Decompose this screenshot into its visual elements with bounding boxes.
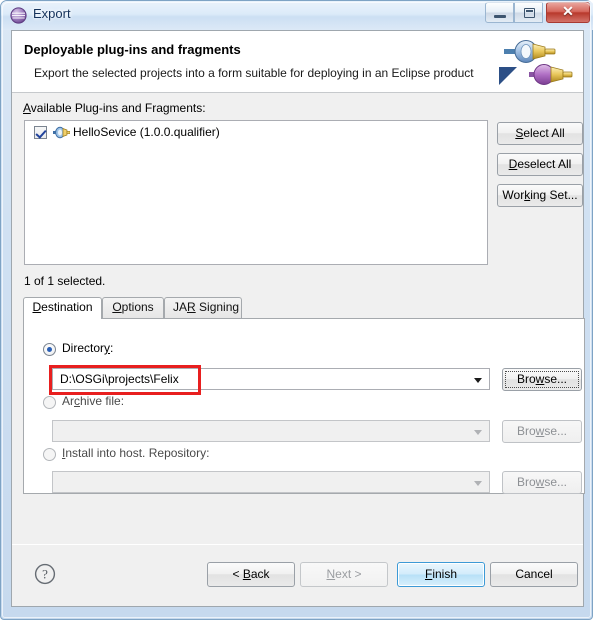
install-host-browse-button: Browse... bbox=[502, 471, 582, 494]
maximize-icon bbox=[524, 8, 535, 18]
chevron-down-icon bbox=[474, 430, 482, 435]
archive-file-radio[interactable] bbox=[43, 396, 56, 409]
chevron-down-icon bbox=[474, 481, 482, 486]
available-plugins-label-rest: vailable Plug-ins and Fragments: bbox=[30, 101, 206, 115]
directory-radio[interactable] bbox=[43, 343, 56, 356]
close-icon: ✕ bbox=[562, 5, 574, 20]
chevron-down-icon[interactable] bbox=[474, 378, 482, 383]
cancel-button[interactable]: Cancel bbox=[490, 562, 578, 587]
plugins-list[interactable]: HelloSevice (1.0.0.qualifier) bbox=[24, 120, 488, 265]
maximize-button[interactable] bbox=[514, 2, 543, 23]
window-title: Export bbox=[33, 6, 71, 21]
page-description: Export the selected projects into a form… bbox=[34, 66, 474, 80]
destination-tab-folder: Destination Options JAR Signing Director… bbox=[23, 297, 585, 517]
directory-highlight-annotation bbox=[49, 365, 201, 395]
tab-destination[interactable]: Destination bbox=[23, 297, 102, 319]
dialog-client-area: Deployable plug-ins and fragments Export… bbox=[11, 30, 585, 607]
working-set-button[interactable]: Working Set... bbox=[497, 184, 583, 207]
page-title: Deployable plug-ins and fragments bbox=[24, 42, 241, 57]
destination-tab-panel: Directory: D:\OSGi\projects\Felix Browse… bbox=[23, 318, 585, 494]
select-all-button[interactable]: Select All bbox=[497, 122, 583, 145]
directory-label: Directory: bbox=[62, 341, 114, 355]
list-item[interactable]: HelloSevice (1.0.0.qualifier) bbox=[25, 123, 487, 142]
back-button[interactable]: < Back bbox=[207, 562, 295, 587]
wizard-header: Deployable plug-ins and fragments Export… bbox=[12, 31, 583, 93]
wizard-body: Available Plug-ins and Fragments: HelloS… bbox=[12, 94, 585, 544]
help-icon[interactable]: ? bbox=[34, 563, 56, 585]
plugin-name: HelloSevice (1.0.0.qualifier) bbox=[73, 125, 220, 139]
install-host-combo bbox=[52, 471, 490, 493]
archive-file-combo bbox=[52, 420, 490, 442]
finish-button[interactable]: Finish bbox=[397, 562, 485, 587]
directory-browse-button[interactable]: Browse... bbox=[502, 368, 582, 391]
minimize-button[interactable] bbox=[485, 2, 514, 23]
install-host-radio[interactable] bbox=[43, 448, 56, 461]
deselect-all-button[interactable]: Deselect All bbox=[497, 153, 583, 176]
close-button[interactable]: ✕ bbox=[546, 2, 590, 23]
dialog-button-bar: ? < Back Next > Finish Cancel bbox=[12, 544, 583, 606]
svg-text:?: ? bbox=[42, 567, 48, 582]
tab-jar-signing[interactable]: JAR Signing bbox=[164, 297, 242, 318]
available-plugins-label: Available Plug-ins and Fragments: bbox=[23, 101, 206, 115]
selected-count-label: 1 of 1 selected. bbox=[24, 274, 106, 288]
cancel-button-label: Cancel bbox=[515, 567, 553, 581]
export-dialog-window: Export ✕ Deployable plug-ins and fragmen… bbox=[0, 0, 593, 620]
archive-file-label: Archive file: bbox=[62, 394, 125, 408]
plug-connectors-icon bbox=[493, 33, 577, 91]
archive-browse-button: Browse... bbox=[502, 420, 582, 443]
install-host-label: Install into host. Repository: bbox=[62, 446, 210, 460]
next-button: Next > bbox=[300, 562, 388, 587]
plugin-icon bbox=[53, 125, 71, 140]
tab-options[interactable]: Options bbox=[102, 297, 164, 318]
minimize-icon bbox=[494, 15, 506, 18]
eclipse-sphere-icon bbox=[10, 7, 27, 24]
plugin-checkbox[interactable] bbox=[34, 126, 47, 139]
title-bar: Export ✕ bbox=[1, 1, 593, 30]
